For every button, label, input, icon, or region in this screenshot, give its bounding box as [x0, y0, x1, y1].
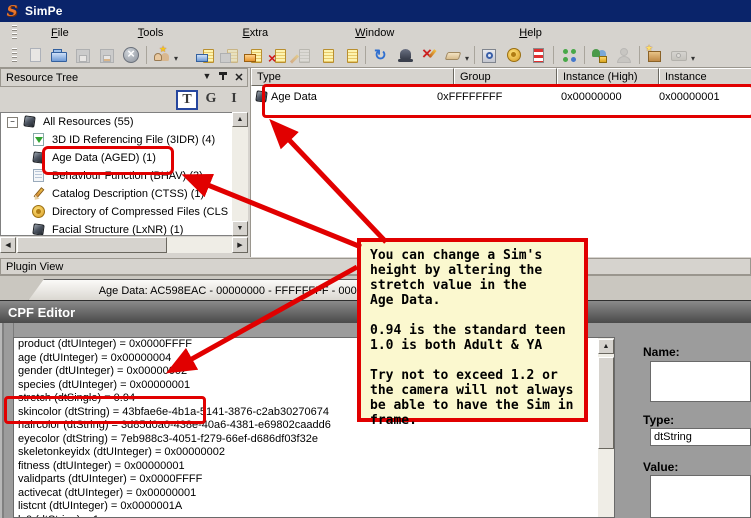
vscroll-thumb[interactable]: [598, 357, 614, 449]
save-as-icon[interactable]: [96, 45, 118, 66]
property-line[interactable]: eyecolor (dtString) = 7eb988c3-4051-f279…: [14, 433, 614, 447]
refresh-icon[interactable]: [370, 45, 392, 66]
panel-dropdown-icon[interactable]: ▼: [199, 71, 215, 85]
app-icon: S: [4, 3, 20, 19]
property-line[interactable]: fitness (dtUInteger) = 0x00000001: [14, 460, 614, 474]
toolbar-grip[interactable]: [12, 48, 17, 63]
collapse-icon[interactable]: −: [7, 117, 18, 128]
bell-icon[interactable]: [394, 45, 416, 66]
tree-item-ctss[interactable]: Catalog Description (CTSS) (1): [1, 185, 232, 203]
sim-browser-icon[interactable]: [589, 45, 611, 66]
menu-help[interactable]: Help: [513, 25, 548, 41]
title-bar: S SimPe: [0, 0, 751, 22]
cube-icon: [31, 223, 46, 236]
filter-bar: T G I: [173, 90, 244, 110]
panel-close-icon[interactable]: ✕: [231, 71, 247, 85]
type-input[interactable]: dtString: [650, 428, 751, 446]
resource-tree-header: Resource Tree ▼ ✕: [0, 68, 248, 87]
menu-window[interactable]: Window: [349, 25, 400, 41]
badge-tool-icon[interactable]: [503, 45, 525, 66]
save-resource-icon[interactable]: [219, 45, 241, 66]
package-tool-icon[interactable]: [644, 45, 666, 66]
menu-grip[interactable]: [12, 25, 17, 40]
wizard-dropdown-icon[interactable]: ▾: [174, 54, 178, 63]
value-input[interactable]: [650, 475, 751, 518]
badge-icon: [31, 205, 46, 219]
new-package-icon[interactable]: [24, 45, 46, 66]
highlight-box-list-row: [262, 84, 751, 118]
filter-instance-button[interactable]: I: [224, 90, 244, 108]
resource-list-icon[interactable]: [339, 45, 361, 66]
name-input[interactable]: [650, 361, 751, 402]
scroll-up-icon[interactable]: ▲: [232, 112, 248, 127]
scroll-down-icon[interactable]: ▼: [232, 221, 248, 236]
value-label: Value:: [643, 460, 678, 474]
sim-disabled-icon[interactable]: [613, 45, 635, 66]
scroll-right-icon[interactable]: ▶: [232, 237, 248, 253]
name-label: Name:: [643, 345, 680, 359]
filter-group-button[interactable]: G: [201, 90, 221, 108]
highlight-box-tree-aged: [42, 146, 174, 175]
tree-item-lxnr[interactable]: Facial Structure (LxNR) (1): [1, 221, 232, 236]
property-line[interactable]: listcnt (dtUInteger) = 0x0000001A: [14, 500, 614, 514]
window-title: SimPe: [25, 4, 63, 18]
tree-item-cls[interactable]: Directory of Compressed Files (CLS: [1, 203, 232, 221]
tree-item-all-resources[interactable]: − All Resources (55): [1, 113, 232, 131]
hex-viewer-icon[interactable]: [479, 45, 501, 66]
delete-resource-icon[interactable]: [267, 45, 289, 66]
resource-tree-title: Resource Tree: [1, 72, 199, 84]
menu-bar: File Tools Extra Window Help: [0, 22, 751, 44]
highlight-box-stretch: [4, 396, 206, 424]
filter-type-button[interactable]: T: [176, 90, 198, 110]
scroll-up-icon[interactable]: ▲: [598, 339, 614, 354]
reference-file-icon: [31, 133, 46, 147]
remove-item-icon[interactable]: [418, 45, 440, 66]
open-resource-icon[interactable]: [195, 45, 217, 66]
pin-icon[interactable]: [215, 71, 231, 85]
menu-file[interactable]: File: [45, 25, 75, 41]
save-package-icon[interactable]: [72, 45, 94, 66]
scenegraph-icon[interactable]: [558, 45, 580, 66]
property-line[interactable]: skeletonkeyidx (dtUInteger) = 0x00000002: [14, 446, 614, 460]
eraser-icon[interactable]: [442, 45, 464, 66]
screenshot-icon[interactable]: [668, 45, 690, 66]
property-line[interactable]: validparts (dtUInteger) = 0x0000FFFF: [14, 473, 614, 487]
camera-dropdown-icon[interactable]: ▾: [691, 54, 695, 63]
cpf-editor-title: CPF Editor: [8, 305, 75, 320]
hscroll-thumb[interactable]: [17, 237, 167, 253]
wizard-icon[interactable]: [151, 45, 173, 66]
tool-bar: ▾ ▾ ▾: [0, 43, 751, 68]
menu-extra[interactable]: Extra: [236, 25, 274, 41]
property-line[interactable]: ls0 (dtString) = 1: [14, 514, 614, 518]
tree-vscrollbar[interactable]: [232, 112, 248, 236]
wrapper-list-icon[interactable]: [527, 45, 549, 66]
annotation-note: You can change a Sim's height by alterin…: [357, 238, 588, 422]
tools-dropdown-icon[interactable]: ▾: [465, 54, 469, 63]
edit-resource-icon[interactable]: [291, 45, 313, 66]
close-package-icon[interactable]: [120, 45, 142, 66]
pencil-icon: [31, 187, 46, 201]
simpe-window: S SimPe File Tools Extra Window Help ▾: [0, 0, 751, 518]
menu-tools[interactable]: Tools: [132, 25, 170, 41]
scroll-left-icon[interactable]: ◀: [0, 237, 16, 253]
resource-notes-icon[interactable]: [315, 45, 337, 66]
property-line[interactable]: activecat (dtUInteger) = 0x00000001: [14, 487, 614, 501]
open-package-icon[interactable]: [48, 45, 70, 66]
restore-resource-icon[interactable]: [243, 45, 265, 66]
cube-icon: [22, 115, 37, 129]
type-label: Type:: [643, 413, 674, 427]
